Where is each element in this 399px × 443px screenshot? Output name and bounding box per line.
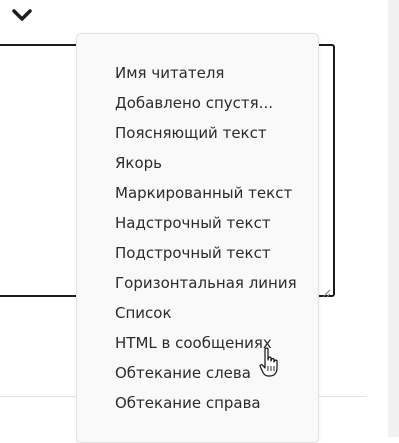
menu-item-float-right[interactable]: Обтекание справа — [115, 388, 297, 418]
hand-cursor-icon — [259, 347, 281, 379]
menu-item-subscript[interactable]: Подстрочный текст — [115, 238, 297, 268]
bbcode-dropdown-menu: Имя читателя Добавлено спустя... Поясняю… — [76, 33, 319, 443]
menu-item-explanatory-text[interactable]: Поясняющий текст — [115, 118, 297, 148]
menu-item-list[interactable]: Список — [115, 298, 297, 328]
scrollbar-track[interactable] — [388, 0, 399, 437]
menu-item-horizontal-line[interactable]: Горизонтальная линия — [115, 268, 297, 298]
chevron-down-icon[interactable] — [11, 6, 33, 24]
resize-handle-icon[interactable] — [321, 283, 331, 298]
menu-item-reader-name[interactable]: Имя читателя — [115, 58, 297, 88]
menu-item-added-later[interactable]: Добавлено спустя... — [115, 88, 297, 118]
menu-item-anchor[interactable]: Якорь — [115, 148, 297, 178]
menu-item-superscript[interactable]: Надстрочный текст — [115, 208, 297, 238]
menu-item-bulleted-text[interactable]: Маркированный текст — [115, 178, 297, 208]
